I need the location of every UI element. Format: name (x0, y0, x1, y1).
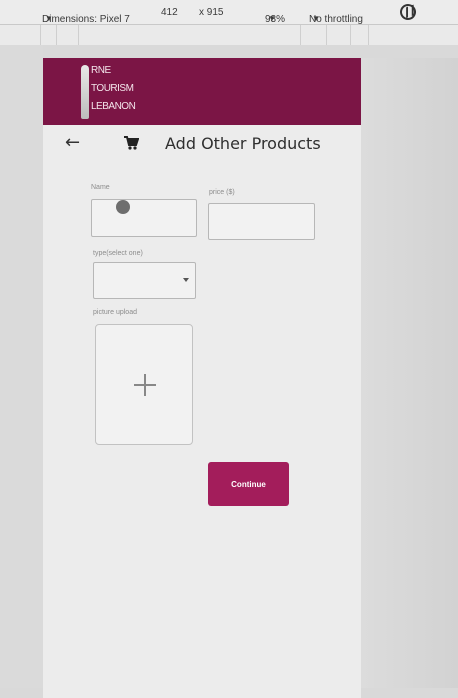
page-title: Add Other Products (165, 134, 321, 153)
name-input[interactable] (91, 199, 197, 237)
cart-icon (124, 136, 139, 150)
touch-cursor (116, 200, 130, 214)
picture-label: picture upload (93, 309, 137, 316)
name-label: Name (91, 184, 110, 191)
rotate-icon[interactable] (397, 1, 419, 23)
logo-mark (81, 65, 89, 119)
chevron-down-icon: ▼ (268, 14, 276, 23)
price-label: price ($) (209, 189, 235, 196)
picture-upload-box[interactable] (95, 324, 193, 445)
price-input[interactable] (208, 203, 315, 240)
background-right (361, 58, 458, 688)
page-heading-row: ← Add Other Products (43, 132, 361, 156)
device-viewport: RNE TOURISM LEBANON ← Add Other Products… (43, 58, 361, 698)
logo-line-3: LEBANON (91, 101, 136, 112)
logo: RNE TOURISM LEBANON (81, 63, 136, 121)
chevron-down-icon: ▼ (312, 14, 320, 23)
dimensions-label: Dimensions: Pixel 7 (42, 14, 130, 25)
height-input[interactable]: x 915 (199, 7, 223, 18)
chevron-down-icon (183, 278, 189, 282)
back-arrow-icon[interactable]: ← (65, 134, 83, 152)
ruler-bar (0, 25, 458, 45)
logo-line-2: TOURISM (91, 83, 134, 94)
background-left (0, 45, 43, 688)
width-input[interactable]: 412 (161, 7, 178, 18)
continue-button[interactable]: Continue (208, 462, 289, 506)
type-label: type(select one) (93, 250, 143, 257)
chevron-down-icon: ▼ (45, 14, 53, 23)
devtools-toolbar: Dimensions: Pixel 7 ▼ 412 x 915 93% ▼ No t… (0, 0, 458, 25)
app-header: RNE TOURISM LEBANON (43, 58, 361, 125)
logo-line-1: RNE (91, 65, 111, 76)
type-select[interactable] (93, 262, 196, 299)
